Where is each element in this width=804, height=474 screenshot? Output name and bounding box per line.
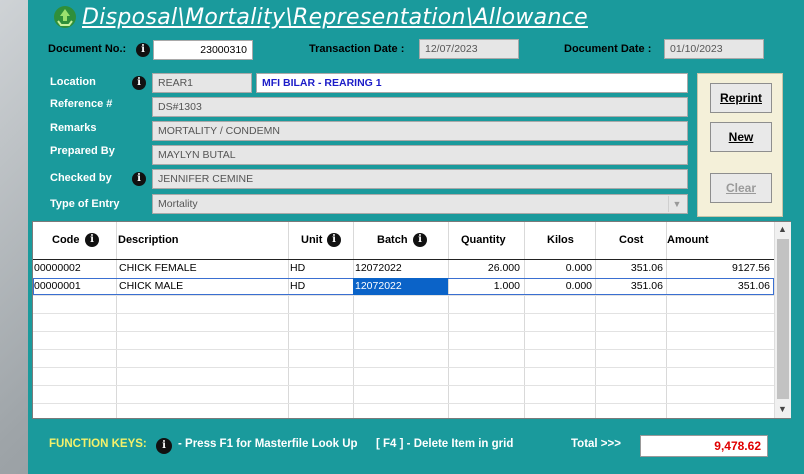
scroll-thumb[interactable]	[777, 239, 789, 399]
clear-button[interactable]: Clear	[710, 173, 772, 203]
info-icon[interactable]: i	[413, 233, 427, 247]
location-code-field[interactable]: REAR1	[152, 73, 252, 93]
checked-by-label: Checked by	[50, 172, 112, 184]
document-no-field[interactable]: 23000310	[153, 40, 253, 60]
cell-batch-selected[interactable]: 12072022	[353, 278, 448, 295]
scroll-up-icon[interactable]: ▲	[778, 224, 787, 234]
cell-description[interactable]: CHICK FEMALE	[119, 260, 197, 277]
entry-type-label: Type of Entry	[50, 198, 120, 210]
info-icon[interactable]: i	[85, 233, 99, 247]
column-header-unit[interactable]: Unit	[301, 222, 322, 259]
chevron-down-icon[interactable]: ▼	[668, 196, 685, 212]
cell-batch[interactable]: 12072022	[355, 260, 402, 277]
total-label: Total >>>	[571, 438, 621, 450]
column-header-batch[interactable]: Batch	[377, 222, 408, 259]
main-window: Disposal\Mortality\Representation\Allowa…	[28, 0, 804, 474]
prepared-by-label: Prepared By	[50, 145, 115, 157]
cell-quantity[interactable]: 1.000	[450, 278, 520, 295]
prepared-by-field[interactable]: MAYLYN BUTAL	[152, 145, 688, 165]
column-header-code[interactable]: Code	[52, 222, 80, 259]
entry-type-select[interactable]: Mortality ▼	[152, 194, 688, 214]
f1-hint: - Press F1 for Masterfile Look Up	[178, 438, 358, 450]
cell-kilos[interactable]: 0.000	[526, 260, 592, 277]
remarks-field[interactable]: MORTALITY / CONDEMN	[152, 121, 688, 141]
new-button[interactable]: New	[710, 122, 772, 152]
reference-label: Reference #	[50, 98, 113, 110]
reprint-button[interactable]: Reprint	[710, 83, 772, 113]
cell-cost[interactable]: 351.06	[597, 260, 663, 277]
column-header-amount[interactable]: Amount	[667, 222, 709, 259]
recycle-icon	[54, 6, 76, 28]
column-header-description[interactable]: Description	[118, 222, 179, 259]
scroll-down-icon[interactable]: ▼	[778, 404, 787, 414]
cell-amount[interactable]: 351.06	[668, 278, 770, 295]
cell-unit[interactable]: HD	[290, 278, 305, 295]
remarks-label: Remarks	[50, 122, 97, 134]
cell-code[interactable]: 00000002	[34, 260, 81, 277]
info-icon: i	[156, 438, 172, 454]
cell-code[interactable]: 00000001	[34, 278, 81, 295]
table-row[interactable]: 00000001 CHICK MALE HD 12072022 1.000 0.…	[33, 278, 774, 295]
items-grid[interactable]: Code i Description Unit i Batch i Quanti…	[32, 221, 791, 419]
vertical-scrollbar[interactable]: ▲ ▼	[774, 222, 791, 418]
table-row[interactable]: 00000002 CHICK FEMALE HD 12072022 26.000…	[33, 260, 774, 277]
f4-hint: [ F4 ] - Delete Item in grid	[376, 438, 514, 450]
cell-unit[interactable]: HD	[290, 260, 305, 277]
reference-field[interactable]: DS#1303	[152, 97, 688, 117]
grid-header: Code i Description Unit i Batch i Quanti…	[33, 222, 774, 260]
cell-quantity[interactable]: 26.000	[450, 260, 520, 277]
document-date-label: Document Date :	[564, 43, 652, 55]
total-value: 9,478.62	[640, 435, 768, 457]
document-date-field[interactable]: 01/10/2023	[664, 39, 764, 59]
cell-description[interactable]: CHICK MALE	[119, 278, 183, 295]
entry-type-value: Mortality	[158, 198, 198, 210]
column-header-quantity[interactable]: Quantity	[461, 222, 506, 259]
transaction-date-field[interactable]: 12/07/2023	[419, 39, 519, 59]
action-panel: Reprint New Clear	[697, 73, 783, 217]
document-no-label: Document No.:	[48, 43, 127, 55]
column-header-cost[interactable]: Cost	[619, 222, 643, 259]
info-icon[interactable]: i	[132, 76, 146, 90]
info-icon[interactable]: i	[132, 172, 146, 186]
checked-by-field[interactable]: JENNIFER CEMINE	[152, 169, 688, 189]
info-icon[interactable]: i	[136, 43, 150, 57]
column-header-kilos[interactable]: Kilos	[547, 222, 574, 259]
info-icon[interactable]: i	[327, 233, 341, 247]
function-keys-label: FUNCTION KEYS:	[49, 438, 147, 450]
cell-kilos[interactable]: 0.000	[526, 278, 592, 295]
location-label: Location	[50, 76, 96, 88]
location-name-field: MFI BILAR - REARING 1	[256, 73, 688, 93]
page-title: Disposal\Mortality\Representation\Allowa…	[82, 4, 588, 30]
transaction-date-label: Transaction Date :	[309, 43, 405, 55]
title-bar: Disposal\Mortality\Representation\Allowa…	[52, 2, 588, 32]
cell-amount[interactable]: 9127.56	[668, 260, 770, 277]
cell-cost[interactable]: 351.06	[597, 278, 663, 295]
